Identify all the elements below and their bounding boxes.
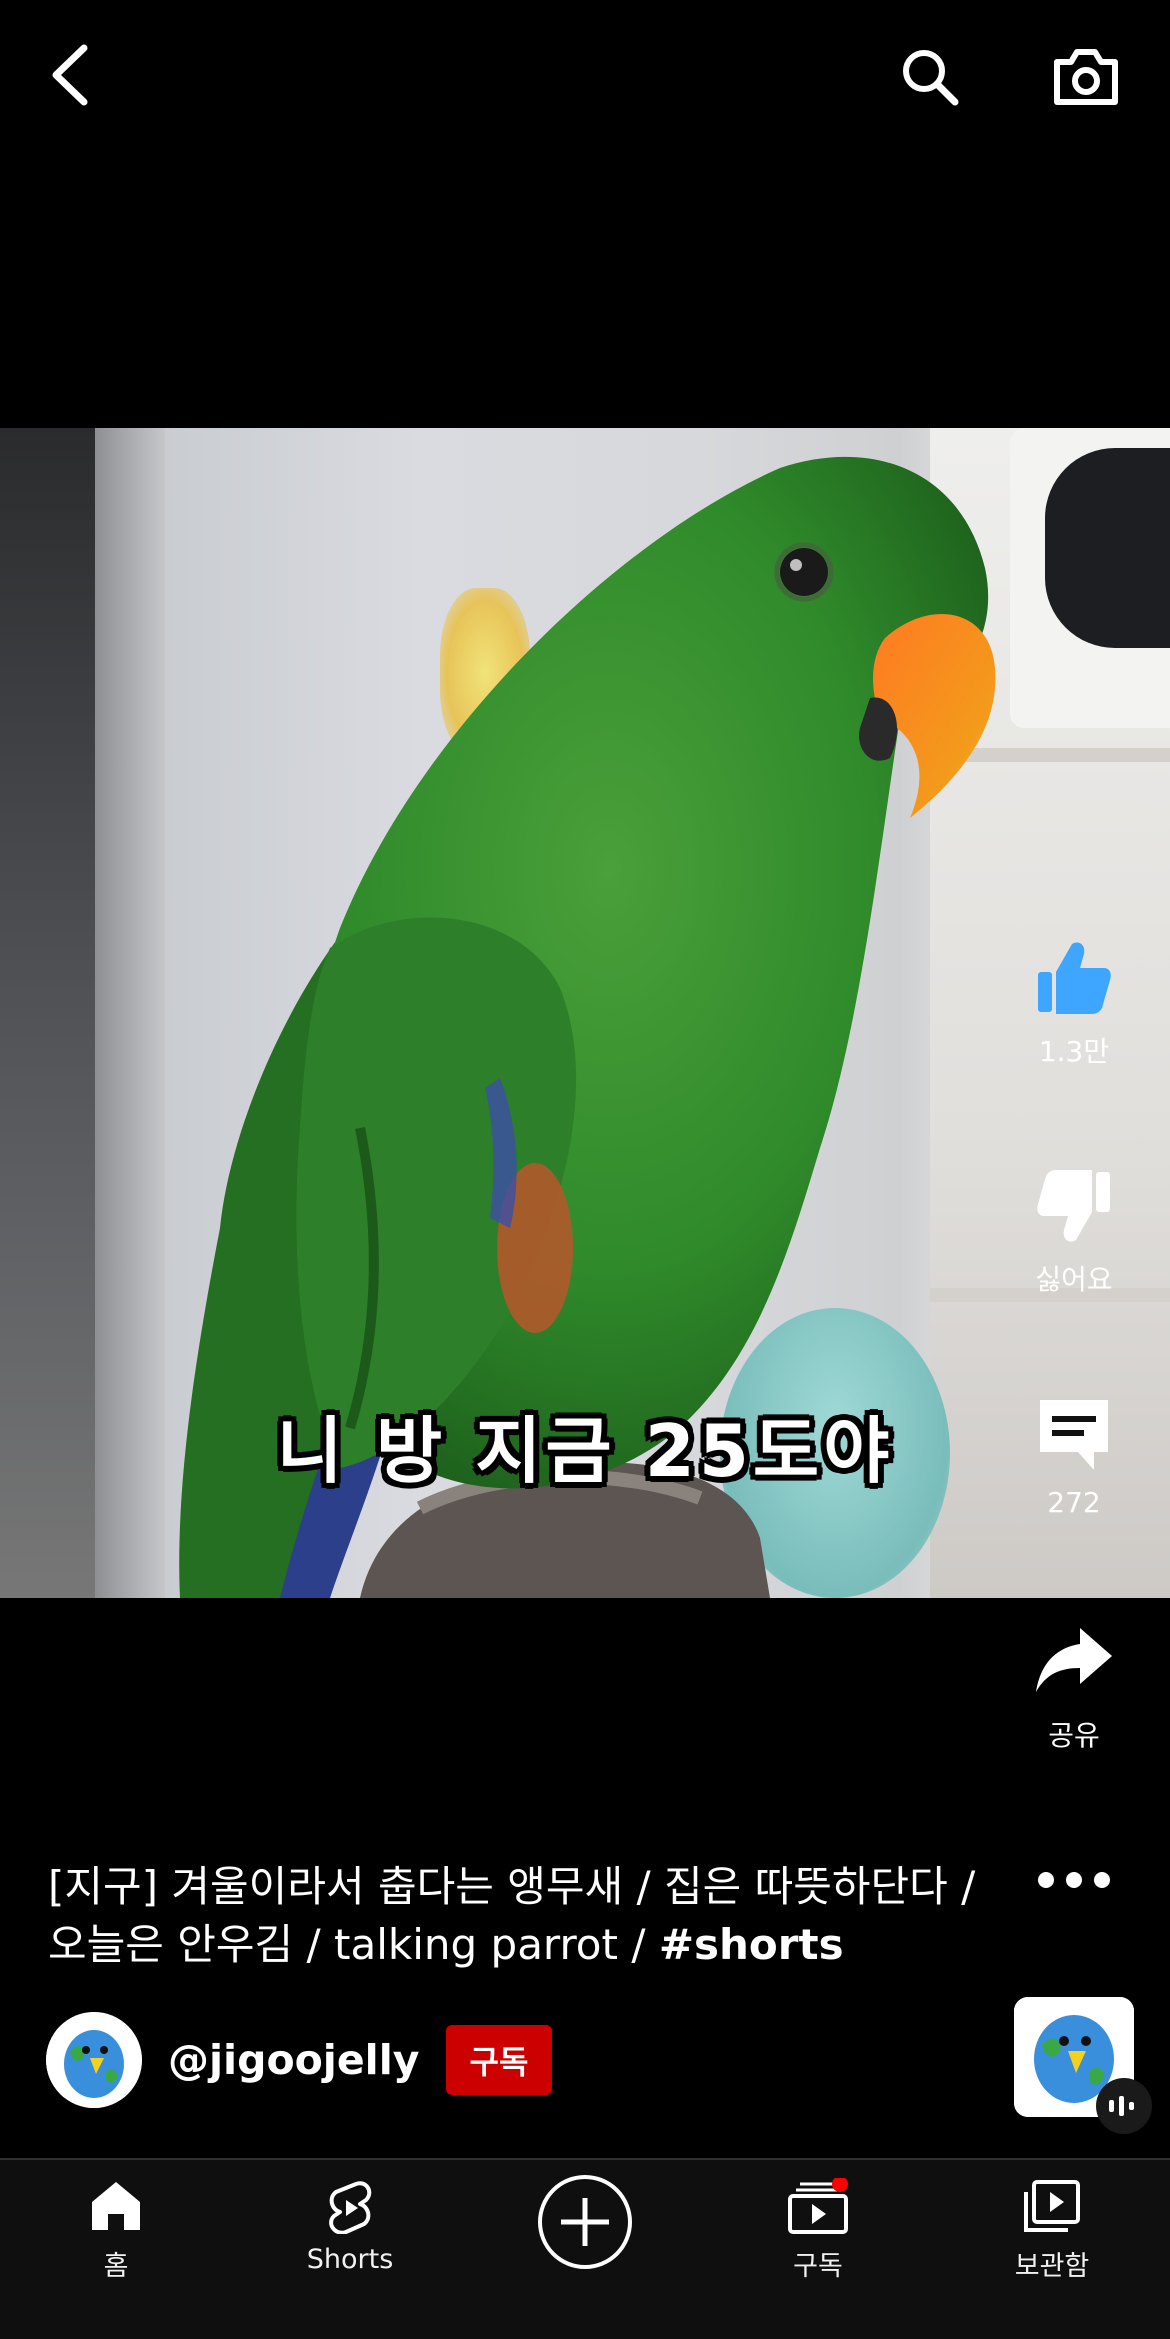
home-icon xyxy=(92,2182,140,2230)
comment-count: 272 xyxy=(1047,1486,1101,1519)
like-count: 1.3만 xyxy=(1038,1035,1110,1068)
search-icon xyxy=(903,50,959,106)
like-button[interactable]: 1.3만 xyxy=(1004,938,1144,1070)
more-options-button[interactable] xyxy=(1004,1860,1144,1904)
hashtag-link[interactable]: #shorts xyxy=(659,1920,844,1969)
share-icon xyxy=(1036,1628,1112,1692)
channel-row: @jigoojelly 구독 xyxy=(46,2010,553,2110)
thumbs-up-icon xyxy=(1038,942,1111,1014)
more-horizontal-icon xyxy=(1038,1872,1110,1888)
search-button[interactable] xyxy=(888,35,972,119)
thumbs-down-icon xyxy=(1037,1170,1110,1242)
video-player[interactable]: 니 방 지금 25도야 xyxy=(0,428,1170,1598)
camera-icon xyxy=(1054,49,1118,105)
parrot-logo xyxy=(46,2012,142,2108)
comment-icon xyxy=(1040,1400,1108,1470)
shorts-icon xyxy=(329,2181,372,2235)
dislike-label: 싫어요 xyxy=(1035,1263,1113,1296)
channel-avatar[interactable] xyxy=(46,2012,142,2108)
nav-create[interactable] xyxy=(505,2172,665,2276)
share-label: 공유 xyxy=(1048,1719,1100,1752)
nav-library-label: 보관함 xyxy=(1014,2251,1090,2282)
chevron-left-icon xyxy=(52,44,88,106)
video-caption-overlay: 니 방 지금 25도야 xyxy=(276,1409,894,1493)
nav-subscriptions[interactable]: 구독 xyxy=(738,2176,898,2283)
nav-home-label: 홈 xyxy=(103,2251,129,2282)
nav-subscriptions-label: 구독 xyxy=(793,2251,843,2282)
nav-shorts-label: Shorts xyxy=(306,2244,394,2275)
library-icon xyxy=(1024,2180,1080,2232)
audio-badge xyxy=(1096,2078,1152,2134)
nav-home[interactable]: 홈 xyxy=(36,2178,196,2283)
share-button[interactable]: 공유 xyxy=(1004,1622,1144,1754)
camera-button[interactable] xyxy=(1040,35,1132,119)
nav-shorts[interactable]: Shorts xyxy=(270,2178,430,2275)
back-button[interactable] xyxy=(30,35,110,115)
channel-handle[interactable]: @jigoojelly xyxy=(168,2036,420,2084)
audio-bars-icon xyxy=(1109,2096,1134,2116)
subscribe-button[interactable]: 구독 xyxy=(445,2025,553,2095)
bottom-navigation: 홈 Shorts 구독 보관함 xyxy=(0,2158,1170,2339)
dislike-button[interactable]: 싫어요 xyxy=(1004,1166,1144,1298)
subscriptions-icon xyxy=(788,2176,848,2234)
nav-library[interactable]: 보관함 xyxy=(972,2178,1132,2283)
video-title[interactable]: [지구] 겨울이라서 춥다는 앵무새 / 집은 따뜻하단다 / 오늘은 안우김 … xyxy=(48,1858,978,1974)
comments-button[interactable]: 272 xyxy=(1004,1394,1144,1519)
add-circle-icon xyxy=(538,2175,632,2269)
